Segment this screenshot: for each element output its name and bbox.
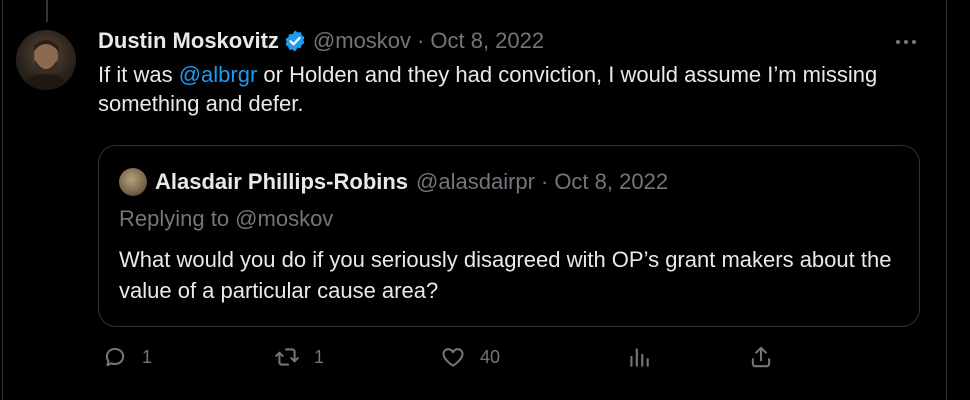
retweet-button[interactable]: 1 xyxy=(274,344,324,370)
share-button[interactable] xyxy=(748,344,774,370)
views-icon xyxy=(630,348,649,367)
thread-line xyxy=(46,0,48,22)
retweet-icon xyxy=(275,348,299,366)
like-button[interactable]: 40 xyxy=(440,344,500,370)
like-count: 40 xyxy=(480,346,501,367)
quoted-tweet[interactable]: Alasdair Phillips-Robins @alasdairpr · O… xyxy=(98,145,920,327)
views-button[interactable] xyxy=(626,344,652,370)
mention-link[interactable]: @albrgr xyxy=(179,62,258,87)
replying-to: Replying to @moskov xyxy=(119,206,334,231)
action-bar: 1 1 40 xyxy=(98,344,798,378)
reply-count: 1 xyxy=(142,346,153,367)
avatar-portrait-icon xyxy=(24,40,68,90)
tweet-header: Dustin Moskovitz @moskov · Oct 8, 2022 xyxy=(98,26,928,56)
quoted-tweet-header: Alasdair Phillips-Robins @alasdairpr · O… xyxy=(119,168,668,196)
verified-badge-icon[interactable] xyxy=(283,29,307,53)
quoted-author-avatar xyxy=(119,168,147,196)
reply-button[interactable]: 1 xyxy=(102,344,152,370)
header-separator: · xyxy=(417,28,425,53)
quoted-author-handle: @alasdairpr xyxy=(416,169,535,194)
like-icon xyxy=(442,348,464,367)
author-name[interactable]: Dustin Moskovitz xyxy=(98,26,279,56)
share-icon xyxy=(751,346,771,368)
right-border xyxy=(946,0,947,400)
quoted-tweet-date: Oct 8, 2022 xyxy=(554,169,669,194)
quoted-tweet-text: What would you do if you seriously disag… xyxy=(119,247,892,303)
quoted-author-name: Alasdair Phillips-Robins xyxy=(155,169,409,194)
tweet-content: Dustin Moskovitz @moskov · Oct 8, 2022 I… xyxy=(98,26,928,118)
left-border xyxy=(2,0,3,400)
quoted-header-separator: · xyxy=(540,169,549,194)
author-handle[interactable]: @moskov xyxy=(313,26,411,56)
reply-icon xyxy=(105,347,125,367)
retweet-count: 1 xyxy=(314,346,325,367)
tweet-date[interactable]: Oct 8, 2022 xyxy=(430,26,544,56)
more-icon[interactable] xyxy=(892,30,920,54)
author-avatar[interactable] xyxy=(16,30,76,90)
tweet-text: If it was @albrgr or Holden and they had… xyxy=(98,60,928,118)
tweet-text-before: If it was xyxy=(98,62,179,87)
